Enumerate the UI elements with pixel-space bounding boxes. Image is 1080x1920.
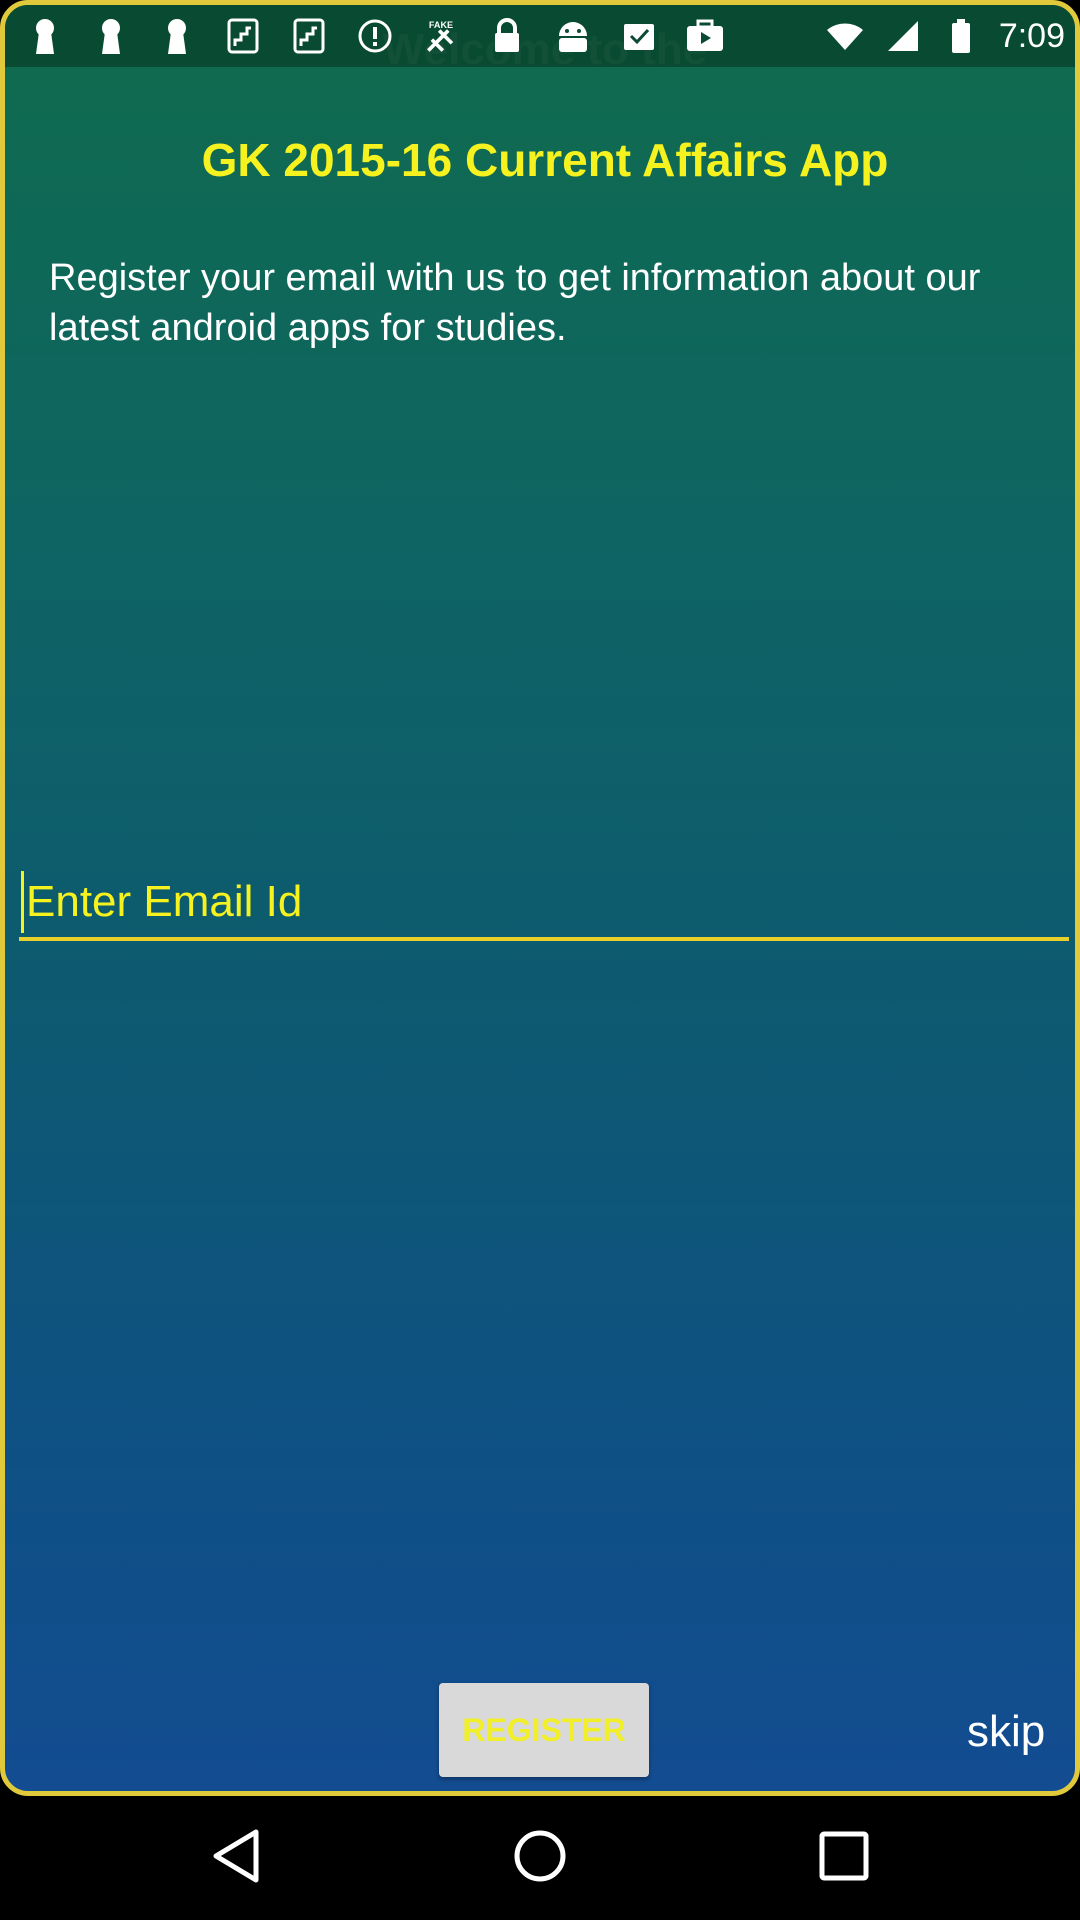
keyhole-icon (25, 16, 65, 56)
notification-icons: FAKE (25, 16, 725, 56)
description-text: Register your email with us to get infor… (49, 257, 981, 349)
inbox-check-icon (619, 16, 659, 56)
alert-icon (355, 16, 395, 56)
android-icon (553, 16, 593, 56)
skip-link[interactable]: skip (967, 1707, 1045, 1757)
briefcase-play-icon (685, 16, 725, 56)
stairs-icon (223, 16, 263, 56)
app-screen: Welcome to the FAKE (0, 0, 1080, 1796)
signal-icon (883, 16, 923, 56)
wifi-icon (825, 16, 865, 56)
lock-icon (487, 16, 527, 56)
register-button[interactable]: REGISTER (439, 1683, 649, 1777)
keyhole-icon (91, 16, 131, 56)
home-button[interactable] (480, 1796, 600, 1920)
email-field[interactable] (19, 867, 1069, 941)
app-title: GK 2015-16 Current Affairs App (201, 134, 889, 186)
fake-label: FAKE (429, 20, 453, 30)
battery-icon (941, 16, 981, 56)
navigation-bar (0, 1796, 1080, 1920)
stairs-icon (289, 16, 329, 56)
email-input[interactable] (24, 872, 1024, 932)
clock: 7:09 (998, 16, 1065, 55)
keyhole-icon (157, 16, 197, 56)
recents-button[interactable] (784, 1796, 904, 1920)
recents-icon (818, 1830, 870, 1887)
back-button[interactable] (176, 1796, 296, 1920)
status-right: 7:09 (825, 16, 1065, 56)
back-icon (210, 1828, 262, 1889)
status-bar: FAKE 7:09 (5, 5, 1075, 67)
home-icon (512, 1828, 568, 1889)
fake-gps-icon: FAKE (421, 16, 461, 56)
